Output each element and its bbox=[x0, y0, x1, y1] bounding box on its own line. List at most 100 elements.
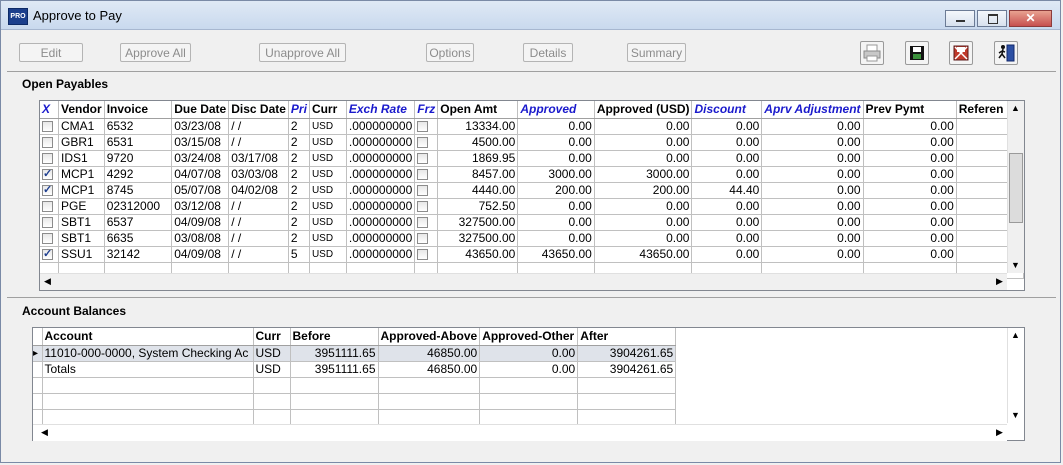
aprv-adjustment-cell[interactable]: 0.00 bbox=[761, 118, 864, 135]
vendor-cell[interactable]: SBT1 bbox=[58, 214, 105, 231]
approved-usd-cell[interactable]: 0.00 bbox=[594, 230, 693, 247]
payables-row[interactable]: IDS1 9720 03/24/08 03/17/08 2 USD .000000000 18… bbox=[40, 150, 1024, 167]
empty-cell[interactable] bbox=[378, 377, 481, 394]
col-due-date[interactable]: Due Date bbox=[171, 101, 230, 119]
frz-checkbox[interactable] bbox=[417, 168, 429, 180]
prev-pymt-cell[interactable]: 0.00 bbox=[863, 118, 957, 135]
scroll-down-icon[interactable]: ▼ bbox=[1008, 408, 1023, 423]
balance-row-empty[interactable] bbox=[33, 393, 677, 410]
col-after[interactable]: After bbox=[577, 328, 677, 346]
aprv-adjustment-cell[interactable]: 0.00 bbox=[761, 198, 864, 215]
approved-usd-cell[interactable]: 0.00 bbox=[594, 214, 693, 231]
scroll-left-icon[interactable]: ◀ bbox=[40, 274, 55, 289]
pri-cell[interactable]: 2 bbox=[288, 166, 310, 183]
maximize-button[interactable] bbox=[977, 10, 1007, 27]
approved-cell[interactable]: 0.00 bbox=[517, 150, 595, 167]
col-approved-usd[interactable]: Approved (USD) bbox=[594, 101, 693, 119]
due-date-cell[interactable]: 04/07/08 bbox=[171, 166, 230, 183]
vendor-cell[interactable]: SBT1 bbox=[58, 230, 105, 247]
payables-row[interactable]: PGE 02312000 03/12/08/ /2 USD .000000000 752.… bbox=[40, 198, 1024, 215]
options-button[interactable]: Options bbox=[426, 43, 474, 62]
col-pri[interactable]: Pri bbox=[288, 101, 310, 119]
open-amt-cell[interactable]: 327500.00 bbox=[437, 230, 519, 247]
col-curr[interactable]: Curr bbox=[253, 328, 291, 346]
payables-row[interactable]: GBR1 6531 03/15/08/ /2 USD .000000000 4500.00… bbox=[40, 134, 1024, 151]
approved-usd-cell[interactable]: 0.00 bbox=[594, 118, 693, 135]
prev-pymt-cell[interactable]: 0.00 bbox=[863, 230, 957, 247]
discount-cell[interactable]: 0.00 bbox=[691, 150, 763, 167]
col-frz[interactable]: Frz bbox=[414, 101, 439, 119]
invoice-cell[interactable]: 6537 bbox=[104, 214, 173, 231]
frz-checkbox-cell[interactable] bbox=[414, 182, 439, 199]
payables-horizontal-scrollbar[interactable]: ◀ ▶ bbox=[40, 273, 1007, 290]
approve-checkbox-cell[interactable] bbox=[40, 230, 59, 247]
empty-cell[interactable] bbox=[577, 377, 677, 394]
approve-checkbox-cell[interactable] bbox=[40, 166, 59, 183]
frz-checkbox[interactable] bbox=[417, 232, 429, 244]
open-amt-cell[interactable]: 752.50 bbox=[437, 198, 519, 215]
vendor-cell[interactable]: CMA1 bbox=[58, 118, 105, 135]
account-cell[interactable]: 11010-000-0000, System Checking Ac bbox=[42, 345, 254, 362]
discount-cell[interactable]: 0.00 bbox=[691, 166, 763, 183]
open-amt-cell[interactable]: 43650.00 bbox=[437, 246, 519, 263]
edit-button[interactable]: Edit bbox=[19, 43, 83, 62]
approved-cell[interactable]: 0.00 bbox=[517, 230, 595, 247]
empty-cell[interactable] bbox=[253, 409, 291, 426]
prev-pymt-cell[interactable]: 0.00 bbox=[863, 214, 957, 231]
curr-cell[interactable]: USD bbox=[309, 214, 347, 231]
approve-checkbox[interactable] bbox=[42, 200, 53, 212]
col-aprv-adjustment[interactable]: Aprv Adjustment bbox=[761, 101, 864, 119]
scroll-up-icon[interactable]: ▲ bbox=[1008, 101, 1023, 116]
col-prev-pymt[interactable]: Prev Pymt bbox=[863, 101, 957, 119]
aprv-adjustment-cell[interactable]: 0.00 bbox=[761, 150, 864, 167]
due-date-cell[interactable]: 03/12/08 bbox=[171, 198, 230, 215]
frz-checkbox-cell[interactable] bbox=[414, 118, 439, 135]
approved-usd-cell[interactable]: 43650.00 bbox=[594, 246, 693, 263]
discount-cell[interactable]: 0.00 bbox=[691, 118, 763, 135]
col-vendor[interactable]: Vendor bbox=[58, 101, 105, 119]
balance-row-empty[interactable] bbox=[33, 409, 677, 426]
pri-cell[interactable]: 2 bbox=[288, 118, 310, 135]
payables-row[interactable]: SBT1 6537 04/09/08/ /2 USD .000000000 327500.… bbox=[40, 214, 1024, 231]
approved-cell[interactable]: 43650.00 bbox=[517, 246, 595, 263]
exch-rate-cell[interactable]: .000000000 bbox=[346, 246, 416, 263]
frz-checkbox[interactable] bbox=[417, 120, 429, 132]
approved-cell[interactable]: 3000.00 bbox=[517, 166, 595, 183]
aprv-adjustment-cell[interactable]: 0.00 bbox=[761, 166, 864, 183]
frz-checkbox-cell[interactable] bbox=[414, 230, 439, 247]
approved-usd-cell[interactable]: 0.00 bbox=[594, 198, 693, 215]
pri-cell[interactable]: 2 bbox=[288, 214, 310, 231]
exch-rate-cell[interactable]: .000000000 bbox=[346, 150, 416, 167]
pri-cell[interactable]: 2 bbox=[288, 134, 310, 151]
empty-cell[interactable] bbox=[42, 393, 254, 410]
approve-checkbox-cell[interactable] bbox=[40, 198, 59, 215]
col-disc-date[interactable]: Disc Date bbox=[228, 101, 289, 119]
before-cell[interactable]: 3951111.65 bbox=[290, 361, 379, 378]
approved-cell[interactable]: 0.00 bbox=[517, 134, 595, 151]
account-cell[interactable]: Totals bbox=[42, 361, 254, 378]
discount-cell[interactable]: 0.00 bbox=[691, 214, 763, 231]
approved-usd-cell[interactable]: 200.00 bbox=[594, 182, 693, 199]
save-button[interactable] bbox=[905, 41, 929, 65]
prev-pymt-cell[interactable]: 0.00 bbox=[863, 246, 957, 263]
empty-cell[interactable] bbox=[479, 409, 579, 426]
col-approved-above[interactable]: Approved-Above bbox=[378, 328, 481, 346]
open-amt-cell[interactable]: 1869.95 bbox=[437, 150, 519, 167]
balances-horizontal-scrollbar[interactable]: ◀ ▶ bbox=[33, 424, 1007, 441]
frz-checkbox[interactable] bbox=[417, 152, 429, 164]
empty-cell[interactable] bbox=[42, 377, 254, 394]
open-amt-cell[interactable]: 4440.00 bbox=[437, 182, 519, 199]
approve-checkbox-cell[interactable] bbox=[40, 118, 59, 135]
discount-cell[interactable]: 0.00 bbox=[691, 198, 763, 215]
summary-button[interactable]: Summary bbox=[627, 43, 686, 62]
approve-checkbox-cell[interactable] bbox=[40, 214, 59, 231]
pri-cell[interactable]: 2 bbox=[288, 198, 310, 215]
prev-pymt-cell[interactable]: 0.00 bbox=[863, 166, 957, 183]
payables-row[interactable]: MCP1429204/07/0803/03/082USD.000000000 84… bbox=[40, 166, 1024, 183]
invoice-cell[interactable]: 8745 bbox=[104, 182, 173, 199]
due-date-cell[interactable]: 03/23/08 bbox=[171, 118, 230, 135]
open-amt-cell[interactable]: 8457.00 bbox=[437, 166, 519, 183]
approve-all-button[interactable]: Approve All bbox=[120, 43, 191, 62]
scroll-thumb[interactable] bbox=[1009, 153, 1023, 223]
col-approved[interactable]: Approved bbox=[517, 101, 595, 119]
